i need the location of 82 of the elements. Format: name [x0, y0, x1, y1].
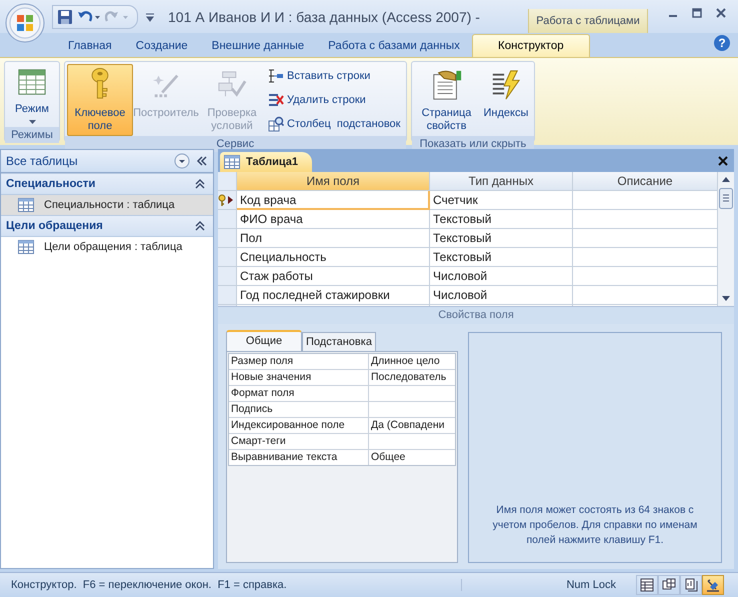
collapse-pane-icon[interactable]	[196, 156, 208, 166]
field-name-cell[interactable]: Пол	[237, 229, 430, 248]
property-name: Выравнивание текста	[229, 450, 369, 465]
data-type-cell[interactable]: Текстовый	[430, 248, 573, 267]
datasheet-view-icon	[639, 577, 655, 593]
column-header[interactable]: Имя поля	[237, 172, 430, 191]
ribbon-button[interactable]: Ключевое поле	[67, 64, 133, 136]
nav-item[interactable]: Цели обращения : таблица	[1, 237, 213, 257]
property-value[interactable]: Общее	[369, 450, 455, 465]
property-name: Формат поля	[229, 386, 369, 401]
scrollbar[interactable]	[718, 172, 734, 306]
ribbon-button[interactable]: Индексы	[480, 64, 532, 136]
ribbon-button[interactable]: Столбец подстановок	[267, 115, 402, 133]
status-text: Конструктор. F6 = переключение окон. F1 = справка.	[10, 579, 287, 591]
data-type-cell[interactable]: Текстовый	[430, 210, 573, 229]
property-name: Новые значения	[229, 370, 369, 385]
caret-icon	[28, 120, 36, 124]
section-label: Свойства поля	[218, 306, 734, 324]
table-icon	[18, 198, 34, 212]
ribbon-tab[interactable]: Работа с базами данных	[316, 34, 472, 57]
context-tab-label: Работа с таблицами	[528, 9, 648, 33]
ribbon-button[interactable]: Удалить строки	[267, 91, 402, 109]
table-icon	[18, 240, 34, 254]
group-header[interactable]: Цели обращения	[1, 215, 213, 237]
property-tab[interactable]: Подстановка	[302, 332, 376, 351]
collapse-icon[interactable]	[195, 179, 205, 189]
design-view-icon	[705, 577, 721, 593]
view-button[interactable]	[636, 575, 658, 595]
property-value[interactable]: Да (Совпадени	[369, 418, 455, 433]
row-selector[interactable]	[218, 191, 237, 210]
ribbon-tab[interactable]: Создание	[124, 34, 200, 57]
dropdown-icon[interactable]	[174, 153, 190, 169]
data-type-cell[interactable]: Числовой	[430, 267, 573, 286]
undo-icon[interactable]	[77, 8, 101, 24]
customize-icon[interactable]	[146, 12, 154, 22]
ribbon-button[interactable]: Вставить строки	[267, 67, 402, 85]
property-name: Размер поля	[229, 354, 369, 369]
ribbon-tab[interactable]: Конструктор	[472, 34, 590, 57]
field-name-cell[interactable]: Код врача	[237, 191, 430, 210]
field-name-cell[interactable]: Год последней стажировки	[237, 286, 430, 305]
num-lock-indicator: Num Lock	[461, 579, 630, 591]
property-value[interactable]: Последователь	[369, 370, 455, 385]
collapse-icon[interactable]	[195, 221, 205, 231]
group-header[interactable]: Специальности	[1, 173, 213, 195]
help-text: Имя поля может состоять из 64 знаков с учетом пробелов. Для справки по именам полей нажмите клавишу F1.	[492, 503, 698, 548]
property-name: Индексированное поле	[229, 418, 369, 433]
data-type-cell[interactable]: Счетчик	[430, 191, 573, 210]
maximize-icon[interactable]	[692, 8, 702, 18]
window-title: 101 А Иванов И И : база данных (Access 2007) -	[168, 8, 480, 24]
field-name-cell[interactable]: Стаж работы	[237, 267, 430, 286]
close-icon[interactable]	[716, 8, 726, 18]
ribbon-button[interactable]: Режим	[7, 64, 57, 127]
column-header[interactable]: Тип данных	[430, 172, 573, 191]
pivot-chart-view-icon	[683, 577, 699, 593]
close-icon[interactable]	[718, 156, 728, 166]
field-name-cell[interactable]: ФИО врача	[237, 210, 430, 229]
data-type-cell[interactable]: Числовой	[430, 286, 573, 305]
key-icon	[218, 194, 234, 206]
pane-title: Все таблицы	[6, 154, 79, 168]
grid-icon	[16, 67, 48, 97]
data-type-cell[interactable]: Текстовый	[430, 229, 573, 248]
delete-rows-icon	[268, 92, 284, 108]
save-icon[interactable]	[57, 8, 73, 24]
help-button[interactable]: ?	[714, 35, 730, 51]
field-name-cell[interactable]: Специальность	[237, 248, 430, 267]
insert-rows-icon	[268, 68, 284, 84]
ribbon-tab[interactable]: Внешние данные	[200, 34, 316, 57]
table-icon	[224, 155, 240, 169]
view-button[interactable]	[702, 575, 724, 595]
property-tab[interactable]: Общие	[226, 330, 302, 351]
property-name: Смарт-теги	[229, 434, 369, 449]
ribbon-button[interactable]: Страница свойств	[414, 64, 480, 136]
nav-item[interactable]: Специальности : таблица	[1, 195, 213, 215]
group-label: Режимы	[5, 127, 59, 143]
view-button[interactable]	[658, 575, 680, 595]
view-button[interactable]	[680, 575, 702, 595]
lookup-column-icon	[268, 116, 284, 132]
document-tab[interactable]: Таблица1	[220, 152, 312, 172]
ribbon-tab[interactable]: Главная	[56, 34, 124, 57]
property-value[interactable]: Длинное цело	[369, 354, 455, 369]
property-name: Подпись	[229, 402, 369, 417]
column-header[interactable]: Описание	[573, 172, 718, 191]
